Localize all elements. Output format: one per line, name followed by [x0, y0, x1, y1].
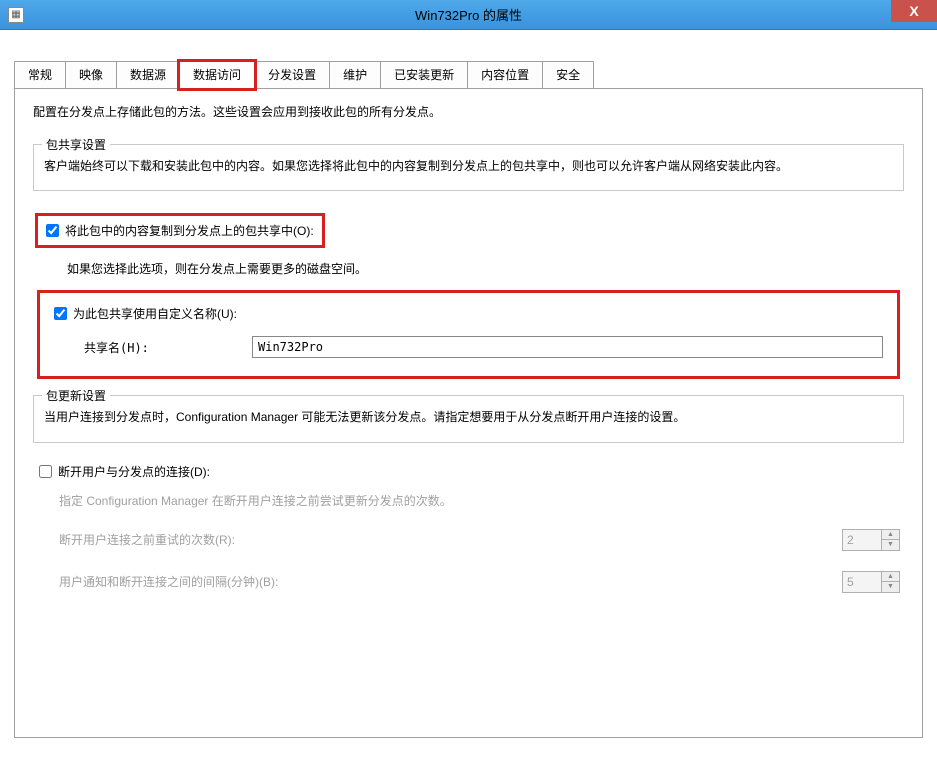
- update-settings-legend: 包更新设置: [42, 387, 110, 404]
- tab-images[interactable]: 映像: [65, 61, 117, 89]
- update-settings-group: 包更新设置 当用户连接到分发点时，Configuration Manager 可…: [33, 395, 904, 442]
- share-name-label: 共享名(H):: [84, 339, 252, 356]
- retry-count-buttons: ▲ ▼: [881, 530, 899, 550]
- interval-row: 用户通知和断开连接之间的间隔(分钟)(B): ▲ ▼: [59, 571, 900, 593]
- custom-name-highlight: 为此包共享使用自定义名称(U): 共享名(H):: [37, 290, 900, 379]
- tab-data-access[interactable]: 数据访问: [179, 61, 255, 89]
- close-button[interactable]: X: [891, 0, 937, 22]
- close-icon: X: [909, 3, 918, 19]
- retry-count-input: [843, 530, 881, 550]
- custom-name-label: 为此包共享使用自定义名称(U):: [73, 305, 237, 322]
- custom-name-checkbox-row[interactable]: 为此包共享使用自定义名称(U):: [54, 305, 883, 322]
- tab-content-locations[interactable]: 内容位置: [467, 61, 543, 89]
- copy-to-share-label: 将此包中的内容复制到分发点上的包共享中(O):: [65, 222, 314, 239]
- retry-count-row: 断开用户连接之前重试的次数(R): ▲ ▼: [59, 529, 900, 551]
- interval-spinner: ▲ ▼: [842, 571, 900, 593]
- disconnect-checkbox-row[interactable]: 断开用户与分发点的连接(D):: [39, 463, 900, 480]
- copy-to-share-checkbox-row[interactable]: 将此包中的内容复制到分发点上的包共享中(O):: [46, 222, 314, 239]
- retry-count-spinner: ▲ ▼: [842, 529, 900, 551]
- tab-strip: 常规 映像 数据源 数据访问 分发设置 维护 已安装更新 内容位置 安全: [14, 60, 923, 88]
- interval-down: ▼: [882, 582, 899, 592]
- interval-input: [843, 572, 881, 592]
- retry-count-down: ▼: [882, 540, 899, 550]
- copy-note: 如果您选择此选项，则在分发点上需要更多的磁盘空间。: [67, 260, 904, 278]
- tab-general[interactable]: 常规: [14, 61, 66, 89]
- share-settings-legend: 包共享设置: [42, 136, 110, 153]
- interval-up: ▲: [882, 572, 899, 583]
- tab-security[interactable]: 安全: [542, 61, 594, 89]
- disconnect-label: 断开用户与分发点的连接(D):: [58, 463, 210, 480]
- disconnect-checkbox[interactable]: [39, 465, 52, 478]
- tab-installed-updates[interactable]: 已安装更新: [380, 61, 468, 89]
- titlebar: ▦ Win732Pro 的属性 X: [0, 0, 937, 30]
- interval-label: 用户通知和断开连接之间的间隔(分钟)(B):: [59, 573, 842, 590]
- tab-panel: 配置在分发点上存储此包的方法。这些设置会应用到接收此包的所有分发点。 包共享设置…: [14, 88, 923, 738]
- retry-count-up: ▲: [882, 530, 899, 541]
- window-title: Win732Pro 的属性: [0, 5, 937, 24]
- share-settings-group: 包共享设置 客户端始终可以下载和安装此包中的内容。如果您选择将此包中的内容复制到…: [33, 144, 904, 191]
- intro-text: 配置在分发点上存储此包的方法。这些设置会应用到接收此包的所有分发点。: [33, 103, 904, 122]
- dialog-body: 常规 映像 数据源 数据访问 分发设置 维护 已安装更新 内容位置 安全 配置在…: [0, 30, 937, 767]
- copy-to-share-checkbox[interactable]: [46, 224, 59, 237]
- update-settings-desc: 当用户连接到分发点时，Configuration Manager 可能无法更新该…: [44, 408, 893, 427]
- tab-maintenance[interactable]: 维护: [329, 61, 381, 89]
- tab-datasource[interactable]: 数据源: [116, 61, 180, 89]
- share-name-input[interactable]: [252, 336, 883, 358]
- disconnect-section: 断开用户与分发点的连接(D): 指定 Configuration Manager…: [33, 463, 904, 593]
- share-settings-desc: 客户端始终可以下载和安装此包中的内容。如果您选择将此包中的内容复制到分发点上的包…: [44, 157, 893, 176]
- retry-count-label: 断开用户连接之前重试的次数(R):: [59, 531, 842, 548]
- interval-buttons: ▲ ▼: [881, 572, 899, 592]
- disconnect-note: 指定 Configuration Manager 在断开用户连接之前尝试更新分发…: [59, 492, 900, 509]
- copy-checkbox-highlight: 将此包中的内容复制到分发点上的包共享中(O):: [35, 213, 325, 248]
- tab-distribution[interactable]: 分发设置: [254, 61, 330, 89]
- share-name-row: 共享名(H):: [84, 336, 883, 358]
- custom-name-checkbox[interactable]: [54, 307, 67, 320]
